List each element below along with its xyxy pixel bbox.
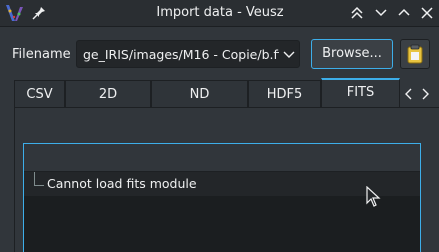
tree-row-message: Cannot load fits module [47, 176, 197, 191]
filename-label: Filename [12, 47, 71, 62]
tree-header [24, 144, 420, 172]
tab-scroll-left-icon[interactable] [402, 86, 416, 102]
tree-branch-line [34, 172, 44, 186]
window-title: Import data - Veusz [156, 5, 284, 20]
maximize-button[interactable] [395, 4, 413, 22]
mouse-pointer-icon [366, 185, 382, 208]
filename-value: ge_IRIS/images/M16 - Copie/b.fits [83, 47, 293, 62]
import-format-tabs: CSV 2D ND HDF5 FITS [14, 78, 439, 108]
veusz-app-icon [4, 2, 26, 24]
double-chevron-up-icon [351, 6, 363, 19]
chevron-down-icon [375, 9, 387, 17]
pin-icon[interactable] [31, 5, 47, 21]
tab-scroll-right-icon[interactable] [418, 86, 432, 102]
close-icon [421, 7, 433, 19]
close-button[interactable] [418, 4, 436, 22]
browse-button[interactable]: Browse... [311, 39, 393, 69]
chevron-down-icon[interactable] [279, 41, 299, 67]
chevron-up-icon [398, 8, 410, 16]
keep-above-button[interactable] [348, 4, 366, 22]
tab-2d[interactable]: 2D [65, 80, 151, 108]
tab-fits[interactable]: FITS [321, 78, 400, 108]
minimize-button[interactable] [372, 4, 390, 22]
clipboard-icon [407, 44, 423, 64]
fits-hdu-tree[interactable]: Cannot load fits module [23, 143, 421, 252]
title-bar: Import data - Veusz [0, 0, 439, 27]
tab-hdf5[interactable]: HDF5 [248, 80, 321, 108]
clipboard-button[interactable] [400, 39, 430, 69]
filename-combobox[interactable]: ge_IRIS/images/M16 - Copie/b.fits [76, 40, 300, 68]
tab-nd[interactable]: ND [151, 80, 248, 108]
tab-csv[interactable]: CSV [14, 80, 65, 108]
tree-row[interactable]: Cannot load fits module [24, 172, 420, 196]
